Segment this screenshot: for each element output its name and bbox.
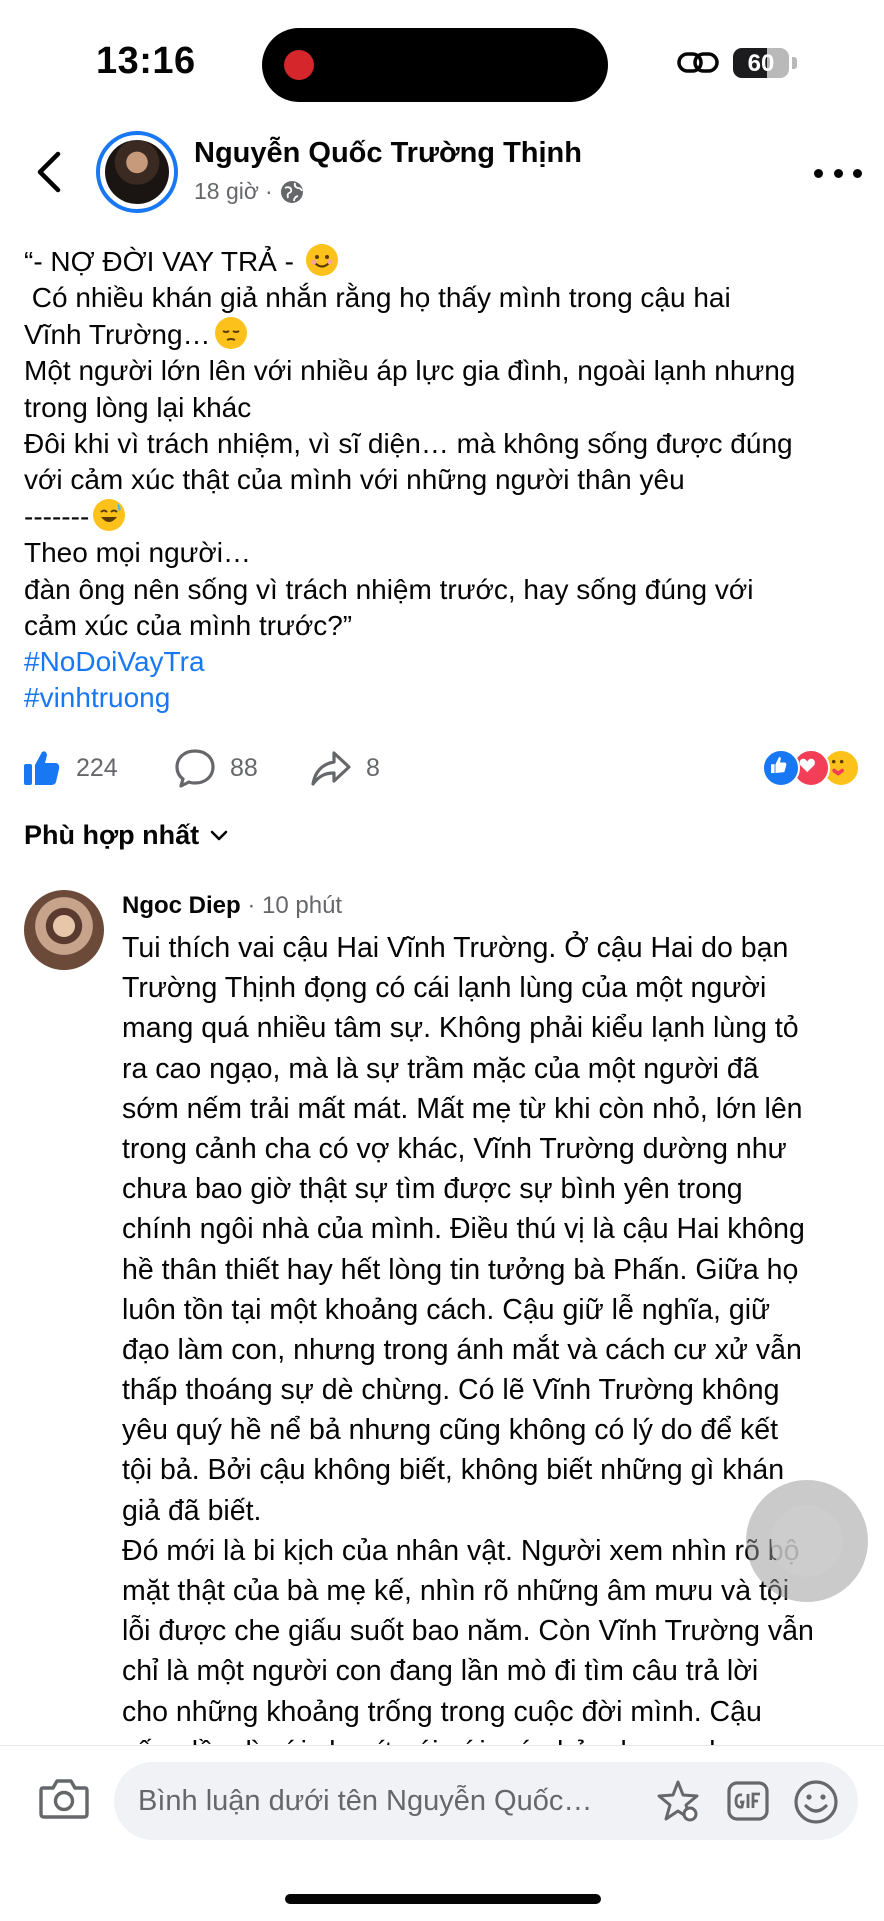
comment-line: hề thân thiết hay hết lòng tin tưởng bà … [122,1253,799,1286]
post-line-text: cảm xúc của mình trước?” [24,609,353,641]
thumbs-up-icon [24,751,60,785]
post-line: Một người lớn lên với nhiều áp lực gia đ… [24,353,864,389]
gif-icon[interactable] [727,1781,769,1821]
post-line: trong lòng lại khác [24,390,864,426]
hashtag-link[interactable]: #NoDoiVayTra [24,644,205,680]
sweat-smile-face-emoji-icon [93,498,126,531]
pensive-face-emoji-icon [214,316,247,349]
link-icon [677,52,719,73]
sticker-icon[interactable] [654,1778,702,1826]
commenter-name[interactable]: Ngoc Diep [122,892,241,919]
comment-line: mang quá nhiều tâm sự. Không phải kiểu l… [122,1012,799,1045]
post-time[interactable]: 18 giờ [194,178,259,205]
post-line-text: đàn ông nên sống vì trách nhiệm trước, h… [24,573,754,605]
post-line-text: “- NỢ ĐỜI VAY TRẢ - [24,246,302,277]
recording-indicator [284,50,314,80]
comment-bubble-icon [175,749,215,788]
like-button[interactable]: 224 [22,746,118,790]
comment-line: chính ngôi nhà của mình. Điều thú vị là … [122,1213,805,1246]
comment-header: Ngoc Diep · 10 phút [122,892,342,920]
post-line-text: Đôi khi vì trách nhiệm, vì sĩ diện… mà k… [24,427,793,459]
post-line: với cảm xúc thật của mình với những ngườ… [24,462,864,498]
smiley-icon[interactable] [793,1779,839,1825]
post-line: đàn ông nên sống vì trách nhiệm trước, h… [24,572,864,608]
comment-line: tội bả. Bởi cậu không biết, không biết n… [122,1454,785,1487]
more-options-icon[interactable] [814,158,862,188]
like-reaction-icon [762,749,800,787]
back-arrow-icon[interactable] [30,146,70,198]
post-line-text: Theo mọi người… [24,537,251,569]
comment-line: trong cảnh cha có vợ khác, Vĩnh Trường d… [122,1132,787,1165]
meta-separator: · [264,178,273,204]
post-meta: 18 giờ · [194,178,305,205]
comment-line: sớm nếm trải mất mát. Mất mẹ từ khi còn … [122,1092,803,1125]
share-arrow-icon [311,751,351,786]
camera-icon[interactable] [38,1776,90,1820]
comment-line: mặt thật của bà mẹ kế, nhìn rõ những âm … [122,1575,790,1607]
post-line: cảm xúc của mình trước?” [24,608,864,644]
post-line-text: ------- [24,500,90,532]
comment-line: lỗi được che giấu suốt bao năm. Còn Vĩnh… [122,1615,814,1648]
assistive-touch-button[interactable] [746,1480,868,1602]
post-line-text: với cảm xúc thật của mình với những ngườ… [24,464,685,496]
reaction-summary[interactable] [762,749,862,787]
author-avatar[interactable] [96,131,178,213]
share-count: 8 [366,753,380,782]
post-line-text: Vĩnh Trường… [24,318,211,350]
post-line-text: Có nhiều khán giả nhắn rằng họ thấy mình… [24,282,731,314]
comment-line: yêu quý hề nể bả nhưng cũng không có lý … [122,1414,779,1447]
globe-icon [280,180,303,203]
share-button[interactable]: 8 [310,746,380,790]
comment-time: · 10 phút [247,892,343,919]
comment-line: đạo làm con, nhưng trong ánh mắt và cách… [122,1333,802,1366]
comment-line: chưa bao giờ thật sự tìm được sự bình yê… [122,1173,743,1206]
battery-tip [792,57,797,69]
comment-line: Tui thích vai cậu Hai Vĩnh Trường. Ở cậu… [122,932,789,964]
post-line: ------- [24,498,864,535]
post-line: Theo mọi người… [24,535,864,571]
post-line-text: trong lòng lại khác [24,391,252,423]
like-count: 224 [76,753,118,782]
post-line: Đôi khi vì trách nhiệm, vì sĩ diện… mà k… [24,426,864,462]
comment-line: thấp thoáng sự dè chừng. Có lẽ Vĩnh Trườ… [122,1374,780,1407]
battery-percent: 60 [747,50,775,77]
post-line: Vĩnh Trường… [24,316,864,353]
post-line: “- NỢ ĐỜI VAY TRẢ - [24,244,864,280]
comment-line: ra cao ngạo, mà là sự trầm mặc của một n… [122,1052,759,1085]
post-line-text: Một người lớn lên với nhiều áp lực gia đ… [24,355,796,387]
comment-button[interactable]: 88 [174,746,258,790]
commenter-avatar[interactable] [24,890,104,970]
sort-label: Phù hợp nhất [24,820,200,850]
hashtag-link[interactable]: #vinhtruong [24,680,205,716]
author-avatar-image [105,140,169,204]
status-bar: 13:16 60 [0,0,884,130]
post-body: “- NỢ ĐỜI VAY TRẢ - Có nhiều khán giả nh… [24,244,864,644]
smiling-face-emoji-icon [305,244,338,276]
chevron-down-icon [210,830,228,840]
status-time: 13:16 [96,40,196,82]
comment-count: 88 [230,753,258,782]
author-name[interactable]: Nguyễn Quốc Trường Thịnh [194,137,582,170]
comment-line: chỉ là một người con đang lần mò đi tìm … [122,1655,759,1688]
post-line: Có nhiều khán giả nhắn rằng họ thấy mình… [24,280,864,316]
home-indicator [285,1894,601,1904]
comment-body: Tui thích vai cậu Hai Vĩnh Trường. Ở cậu… [122,928,862,1772]
comment-line: luôn tồn tại một khoảng cách. Cậu giữ lễ… [122,1293,771,1326]
battery-icon: 60 [733,48,789,78]
dynamic-island [262,28,608,102]
post-hashtags: #NoDoiVayTra #vinhtruong [24,644,205,717]
comment-line: Trường Thịnh đọng có cái lạnh lùng của m… [122,972,767,1005]
comment-line: cho những khoảng trống trong cuộc đời mì… [122,1695,762,1728]
comment-sort-dropdown[interactable]: Phù hợp nhất [24,820,229,851]
